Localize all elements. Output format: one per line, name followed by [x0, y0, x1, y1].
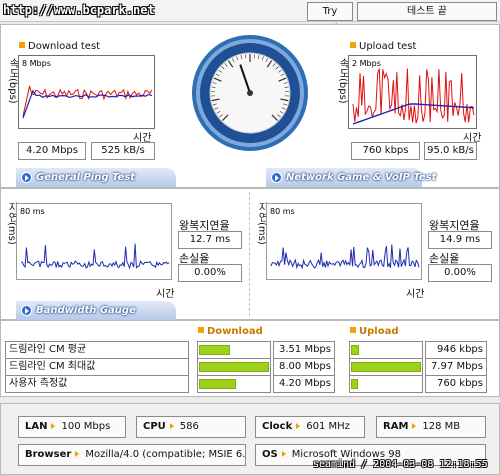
upload-bar-fill: [351, 379, 358, 389]
browser-info: Browser Mozilla/4.0 (compatible; MSIE 6.0: [18, 444, 246, 466]
bandwidth-download-header: Download: [198, 326, 263, 337]
download-value: 4.20 Mbps: [273, 375, 335, 393]
upload-value: 760 kbps: [425, 375, 487, 393]
cpu-label: CPU: [143, 421, 166, 432]
browser-value: Mozilla/4.0 (compatible; MSIE 6.0: [85, 449, 246, 460]
ping-xlabel: 시간: [156, 289, 175, 300]
arrow-icon: [412, 423, 417, 429]
bullet-icon: [198, 327, 204, 333]
ram-value: 128 MB: [422, 421, 461, 432]
download-bar: [197, 358, 271, 376]
ping-graph: 80 ms: [16, 203, 172, 280]
upload-bar: [349, 358, 423, 376]
arrow-icon: [75, 451, 80, 457]
bandwidth-row-label: 사용자 측정값: [5, 375, 189, 393]
try-again-button[interactable]: Try again: [307, 2, 353, 34]
play-icon: [271, 172, 282, 183]
download-scale: 8 Mbps: [22, 59, 51, 68]
download-bar: [197, 341, 271, 359]
tab-general-ping-label: General Ping Test: [36, 172, 136, 183]
ping-loss-value: 0.00%: [178, 264, 242, 282]
game-series-line: [270, 244, 420, 270]
arrow-icon: [296, 423, 301, 429]
download-value: 8.00 Mbps: [273, 358, 335, 376]
bandwidth-download-text: Download: [207, 326, 263, 337]
bandwidth-row-label: 드림라인 CM 최대값: [5, 358, 189, 376]
ping-series-line: [20, 243, 170, 270]
site-url: http://www.bcpark.net: [3, 3, 155, 17]
upload-bar: [349, 341, 423, 359]
download-value: 3.51 Mbps: [273, 341, 335, 359]
arrow-icon: [169, 423, 174, 429]
clock-label: Clock: [262, 421, 293, 432]
bullet-icon: [350, 42, 356, 48]
cpu-info: CPU 586: [136, 416, 246, 438]
tab-bandwidth-label: Bandwidth Gauge: [36, 305, 136, 316]
upload-kbps: 760 kbps: [351, 142, 420, 160]
bandwidth-upload-header: Upload: [350, 326, 398, 337]
bandwidth-upload-text: Upload: [359, 326, 399, 337]
download-bar-fill: [199, 379, 236, 389]
clock-value: 601 MHz: [306, 421, 350, 432]
test-status-field: 테스트 끝: [357, 2, 497, 21]
browser-label: Browser: [25, 449, 72, 460]
upload-title-text: Upload test: [359, 41, 417, 52]
upload-scale: 2 Mbps: [352, 59, 381, 68]
speed-gauge: [192, 35, 308, 151]
lan-info: LAN 100 Mbps: [18, 416, 126, 438]
upload-title: Upload test: [350, 41, 416, 52]
game-scale: 80 ms: [270, 207, 295, 216]
play-icon: [21, 305, 32, 316]
download-title-text: Download test: [28, 41, 101, 52]
bullet-icon: [19, 42, 25, 48]
upload-graph: 2 Mbps: [348, 55, 477, 129]
footer-stamp: seamind / 2004-03-08 12:18:55: [313, 459, 488, 470]
game-xlabel: 시간: [406, 289, 425, 300]
os-label: OS: [262, 449, 278, 460]
download-graph: 8 Mbps: [18, 55, 155, 129]
tab-network-game-label: Network Game & VoIP Test: [286, 172, 437, 183]
lan-label: LAN: [25, 421, 48, 432]
download-bar-fill: [199, 362, 269, 372]
tab-bandwidth-gauge[interactable]: Bandwidth Gauge: [16, 301, 176, 320]
tab-general-ping[interactable]: General Ping Test: [16, 168, 176, 187]
upload-value: 7.97 Mbps: [425, 358, 487, 376]
upload-series-line: [352, 68, 475, 124]
ram-info: RAM 128 MB: [376, 416, 486, 438]
download-kbs: 525 kB/s: [91, 142, 155, 160]
clock-info: Clock 601 MHz: [255, 416, 365, 438]
arrow-icon: [51, 423, 56, 429]
upload-bar: [349, 375, 423, 393]
game-graph: 80 ms: [266, 203, 422, 280]
upload-value: 946 kbps: [425, 341, 487, 359]
upload-kbs: 95.0 kB/s: [424, 142, 477, 160]
bandwidth-row-label: 드림라인 CM 평균: [5, 341, 189, 359]
download-title: Download test: [19, 41, 100, 52]
ping-delay-value: 12.7 ms: [178, 231, 242, 249]
play-icon: [21, 172, 32, 183]
download-bar: [197, 375, 271, 393]
ram-label: RAM: [383, 421, 409, 432]
upload-bar-fill: [351, 345, 359, 355]
bullet-icon: [350, 327, 356, 333]
ping-divider: [249, 192, 250, 316]
cpu-value: 586: [179, 421, 199, 432]
download-bar-fill: [199, 345, 230, 355]
game-loss-value: 0.00%: [428, 264, 492, 282]
arrow-icon: [281, 451, 286, 457]
lan-value: 100 Mbps: [61, 421, 111, 432]
tab-network-game[interactable]: Network Game & VoIP Test: [266, 168, 436, 187]
upload-bar-fill: [351, 362, 421, 372]
download-series-line: [22, 85, 153, 117]
ping-scale: 80 ms: [20, 207, 45, 216]
download-mbps: 4.20 Mbps: [18, 142, 86, 160]
game-delay-value: 14.9 ms: [428, 231, 492, 249]
